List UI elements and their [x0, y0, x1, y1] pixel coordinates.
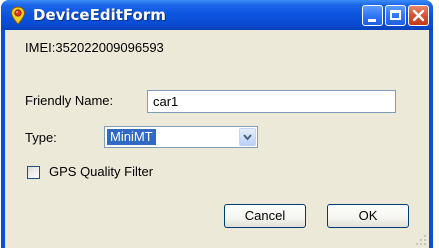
title-bar[interactable]: DeviceEditForm [1, 0, 433, 30]
cancel-button[interactable]: Cancel [224, 204, 306, 228]
type-dropdown-button[interactable] [239, 128, 256, 146]
maximize-icon [390, 10, 401, 20]
imei-label: IMEI:352022009096593 [25, 40, 164, 55]
friendly-name-input[interactable]: car1 [147, 90, 396, 113]
resize-grip-icon[interactable] [415, 234, 427, 246]
type-selected-value: MiniMT [107, 129, 156, 145]
friendly-name-label: Friendly Name: [25, 93, 114, 108]
close-button[interactable] [408, 5, 429, 26]
window-title: DeviceEditForm [33, 6, 166, 24]
maximize-button[interactable] [385, 5, 406, 26]
chevron-down-icon [243, 134, 252, 141]
type-label: Type: [25, 130, 57, 145]
gps-quality-filter-label[interactable]: GPS Quality Filter [49, 164, 153, 179]
ok-button[interactable]: OK [327, 204, 409, 228]
friendly-name-value: car1 [153, 94, 179, 109]
device-edit-window: DeviceEditForm IMEI:352022009096593 Frie… [1, 0, 433, 248]
minimize-button[interactable] [362, 5, 383, 26]
location-pin-icon [10, 6, 26, 25]
type-select[interactable]: MiniMT [104, 126, 258, 148]
close-icon [412, 9, 425, 22]
gps-quality-filter-checkbox[interactable] [27, 166, 40, 179]
minimize-icon [368, 19, 376, 22]
form-body: IMEI:352022009096593 Friendly Name: car1… [5, 30, 429, 248]
